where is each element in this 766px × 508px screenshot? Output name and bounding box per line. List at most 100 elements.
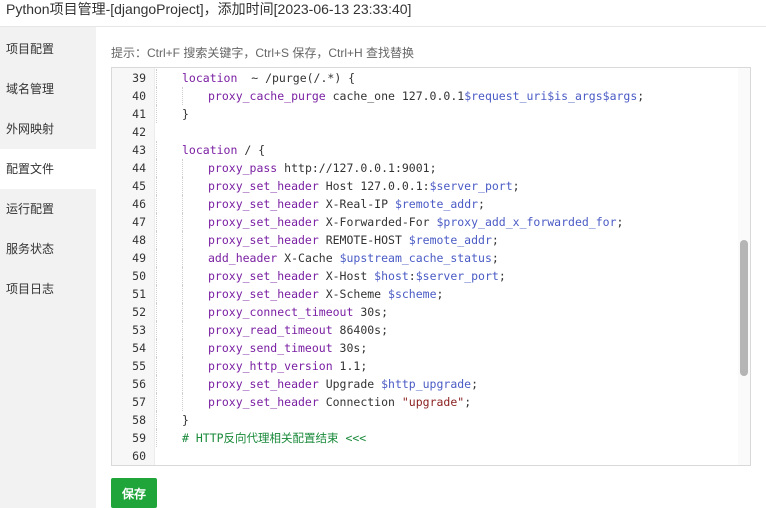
line-number: 46 bbox=[132, 197, 146, 211]
code-text[interactable]: proxy_set_header REMOTE-HOST $remote_add… bbox=[208, 231, 499, 249]
line-number: 59 bbox=[132, 431, 146, 445]
code-token: "upgrade" bbox=[401, 395, 465, 409]
indent-guide bbox=[182, 159, 183, 177]
sidebar-item[interactable]: 配置文件 bbox=[0, 149, 96, 189]
code-token: ; bbox=[616, 215, 624, 229]
indent-guide bbox=[156, 195, 157, 213]
indent-guide bbox=[156, 285, 157, 303]
code-line: 57 proxy_set_header Connection "upgrade"; bbox=[112, 393, 732, 411]
code-text[interactable]: proxy_set_header Host 127.0.0.1:$server_… bbox=[208, 177, 520, 195]
code-line: 54 proxy_send_timeout 30s; bbox=[112, 339, 732, 357]
code-token: X-Real-IP bbox=[318, 197, 395, 211]
editor-hint: 提示：Ctrl+F 搜索关键字，Ctrl+S 保存，Ctrl+H 查找替换 bbox=[111, 46, 415, 60]
code-text[interactable]: } bbox=[182, 411, 189, 429]
code-token: proxy_connect_timeout bbox=[208, 305, 354, 319]
line-number: 56 bbox=[132, 377, 146, 391]
code-token: proxy_pass bbox=[208, 161, 278, 175]
window-titlebar: Python项目管理-[djangoProject]，添加时间[2023-06-… bbox=[0, 0, 766, 27]
code-token: $upstream_cache_status bbox=[339, 251, 492, 265]
sidebar: 项目配置 域名管理 外网映射 配置文件 运行配置 服务状态 项目日志 bbox=[0, 27, 96, 508]
code-token: 86400s; bbox=[332, 323, 389, 337]
code-text[interactable]: proxy_set_header X-Real-IP $remote_addr; bbox=[208, 195, 485, 213]
code-text[interactable]: # HTTP反向代理相关配置结束 <<< bbox=[182, 429, 366, 447]
code-token: Upgrade bbox=[318, 377, 382, 391]
code-line: 50 proxy_set_header X-Host $host:$server_… bbox=[112, 267, 732, 285]
code-token: $proxy_add_x_forwarded_for bbox=[436, 215, 617, 229]
scrollbar-thumb[interactable] bbox=[740, 240, 748, 376]
code-token: proxy_set_header bbox=[208, 215, 319, 229]
code-token: $remote_addr bbox=[408, 233, 492, 247]
line-number: 53 bbox=[132, 323, 146, 337]
code-token: : bbox=[408, 269, 416, 283]
code-text[interactable]: proxy_set_header Upgrade $http_upgrade; bbox=[208, 375, 478, 393]
code-token: $server_port bbox=[429, 179, 513, 193]
code-text[interactable]: location / { bbox=[182, 141, 265, 159]
code-token: $remote_addr bbox=[394, 197, 479, 211]
code-token: http://127.0.0.1:9001; bbox=[277, 161, 437, 175]
sidebar-item[interactable]: 外网映射 bbox=[0, 109, 96, 149]
code-text[interactable]: proxy_read_timeout 86400s; bbox=[208, 321, 388, 339]
code-token: cache_one 127.0.0.1 bbox=[325, 89, 465, 103]
code-token: ; bbox=[491, 233, 499, 247]
code-token: ; bbox=[436, 287, 444, 301]
code-text[interactable]: add_header X-Cache $upstream_cache_statu… bbox=[208, 249, 499, 267]
code-token: add_header bbox=[208, 251, 278, 265]
code-line: 55 proxy_http_version 1.1; bbox=[112, 357, 732, 375]
indent-guide bbox=[182, 195, 183, 213]
code-text[interactable]: location ~ /purge(/.*) { bbox=[182, 69, 355, 87]
indent-guide bbox=[156, 105, 157, 123]
code-line: 39 location ~ /purge(/.*) { bbox=[112, 69, 732, 87]
indent-guide bbox=[182, 393, 183, 411]
sidebar-item[interactable]: 项目配置 bbox=[0, 29, 96, 69]
code-line: 45 proxy_set_header Host 127.0.0.1:$serve… bbox=[112, 177, 732, 195]
code-token: ; bbox=[512, 179, 520, 193]
line-number: 54 bbox=[132, 341, 146, 355]
code-token: 30s; bbox=[353, 305, 389, 319]
code-text[interactable]: proxy_cache_purge cache_one 127.0.0.1$re… bbox=[208, 87, 644, 105]
indent-guide bbox=[182, 231, 183, 249]
window-title: Python项目管理-[djangoProject]，添加时间[2023-06-… bbox=[6, 1, 412, 17]
code-line: 49 add_header X-Cache $upstream_cache_sta… bbox=[112, 249, 732, 267]
code-text[interactable]: proxy_send_timeout 30s; bbox=[208, 339, 367, 357]
code-text[interactable]: proxy_set_header Connection "upgrade"; bbox=[208, 393, 471, 411]
indent-guide bbox=[182, 375, 183, 393]
save-button[interactable]: 保存 bbox=[111, 478, 157, 508]
indent-guide bbox=[156, 177, 157, 195]
code-text[interactable]: proxy_connect_timeout 30s; bbox=[208, 303, 388, 321]
code-line: 48 proxy_set_header REMOTE-HOST $remote_a… bbox=[112, 231, 732, 249]
sidebar-item[interactable]: 域名管理 bbox=[0, 69, 96, 109]
code-line: 53 proxy_read_timeout 86400s; bbox=[112, 321, 732, 339]
code-text[interactable]: proxy_set_header X-Host $host:$server_po… bbox=[208, 267, 506, 285]
code-token: proxy_cache_purge bbox=[208, 89, 326, 103]
config-editor[interactable]: 39 location ~ /purge(/.*) { 40 proxy_cache_… bbox=[111, 67, 751, 466]
code-token: } bbox=[182, 107, 189, 121]
code-text[interactable]: } bbox=[182, 105, 189, 123]
line-number: 39 bbox=[132, 71, 146, 85]
indent-guide bbox=[156, 321, 157, 339]
code-text[interactable]: proxy_http_version 1.1; bbox=[208, 357, 367, 375]
code-line: 40 proxy_cache_purge cache_one 127.0.0.1$… bbox=[112, 87, 732, 105]
code-line: 44 proxy_pass http://127.0.0.1:9001; bbox=[112, 159, 732, 177]
code-token: proxy_set_header bbox=[208, 233, 319, 247]
sidebar-item[interactable]: 服务状态 bbox=[0, 229, 96, 269]
line-number: 42 bbox=[132, 125, 146, 139]
line-number: 45 bbox=[132, 179, 146, 193]
indent-guide bbox=[156, 249, 157, 267]
line-number: 40 bbox=[132, 89, 146, 103]
line-number: 55 bbox=[132, 359, 146, 373]
sidebar-item[interactable]: 运行配置 bbox=[0, 189, 96, 229]
code-token: ~ /purge(/.*) { bbox=[237, 71, 356, 85]
line-number: 44 bbox=[132, 161, 146, 175]
code-text[interactable]: proxy_pass http://127.0.0.1:9001; bbox=[208, 159, 437, 177]
code-token: ; bbox=[498, 269, 506, 283]
code-token: ; bbox=[637, 89, 645, 103]
code-text[interactable]: proxy_set_header X-Scheme $scheme; bbox=[208, 285, 443, 303]
code-text[interactable]: proxy_set_header X-Forwarded-For $proxy_… bbox=[208, 213, 623, 231]
code-token: REMOTE-HOST bbox=[318, 233, 409, 247]
indent-guide bbox=[156, 141, 157, 159]
code-token: ; bbox=[478, 197, 485, 211]
code-token: Connection bbox=[318, 395, 402, 409]
sidebar-item[interactable]: 项目日志 bbox=[0, 269, 96, 309]
editor-scrollbar[interactable] bbox=[738, 68, 750, 465]
code-line: 47 proxy_set_header X-Forwarded-For $prox… bbox=[112, 213, 732, 231]
